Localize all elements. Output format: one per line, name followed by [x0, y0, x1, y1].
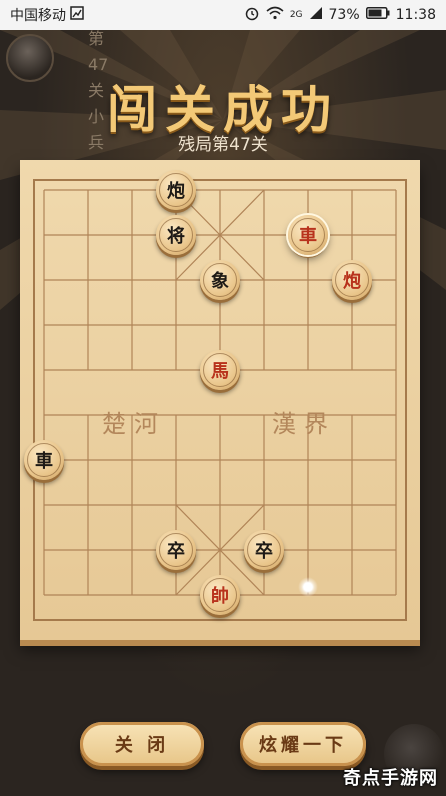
battery-icon — [365, 7, 390, 23]
wifi-icon — [266, 6, 284, 24]
piece-label: 卒 — [159, 533, 193, 567]
status-bar: 中国移动 2G 73% 11:38 — [0, 0, 446, 30]
piece-label: 帥 — [203, 578, 237, 612]
black-piece[interactable]: 将 — [156, 215, 196, 255]
red-piece[interactable]: 炮 — [332, 260, 372, 300]
piece-label: 馬 — [203, 353, 237, 387]
battery-percent: 73% — [328, 7, 360, 23]
close-button[interactable]: 关 闭 — [80, 722, 204, 766]
image-notification-icon — [70, 6, 84, 24]
black-piece[interactable]: 象 — [200, 260, 240, 300]
game-screen: 第47关 小兵 闯关成功 残局第47关 楚河 漢界 炮将車象炮馬車卒卒帥 关 闭… — [0, 30, 446, 796]
watermark: 奇点手游网 — [343, 768, 438, 789]
piece-label: 将 — [159, 218, 193, 252]
red-piece[interactable]: 車 — [288, 215, 328, 255]
river-text-right: 漢界 — [272, 410, 336, 438]
black-piece[interactable]: 車 — [24, 440, 64, 480]
alarm-icon — [244, 5, 260, 25]
red-piece[interactable]: 帥 — [200, 575, 240, 615]
black-piece[interactable]: 卒 — [156, 530, 196, 570]
network-type: 2G — [289, 10, 303, 20]
signal-icon — [309, 6, 323, 24]
clock: 11:38 — [395, 7, 436, 23]
chess-board[interactable]: 楚河 漢界 炮将車象炮馬車卒卒帥 — [20, 160, 420, 640]
piece-label: 卒 — [247, 533, 281, 567]
piece-label: 象 — [203, 263, 237, 297]
board-grid — [33, 179, 407, 621]
piece-label: 車 — [27, 443, 61, 477]
share-button[interactable]: 炫耀一下 — [240, 722, 366, 766]
carrier-label: 中国移动 — [10, 8, 66, 24]
red-piece[interactable]: 馬 — [200, 350, 240, 390]
level-subtitle: 残局第47关 — [178, 135, 268, 155]
black-piece[interactable]: 卒 — [244, 530, 284, 570]
move-hint-marker[interactable] — [298, 577, 318, 597]
black-piece[interactable]: 炮 — [156, 170, 196, 210]
piece-label: 車 — [291, 218, 325, 252]
piece-label: 炮 — [335, 263, 369, 297]
piece-label: 炮 — [159, 173, 193, 207]
river-text-left: 楚河 — [102, 410, 166, 438]
